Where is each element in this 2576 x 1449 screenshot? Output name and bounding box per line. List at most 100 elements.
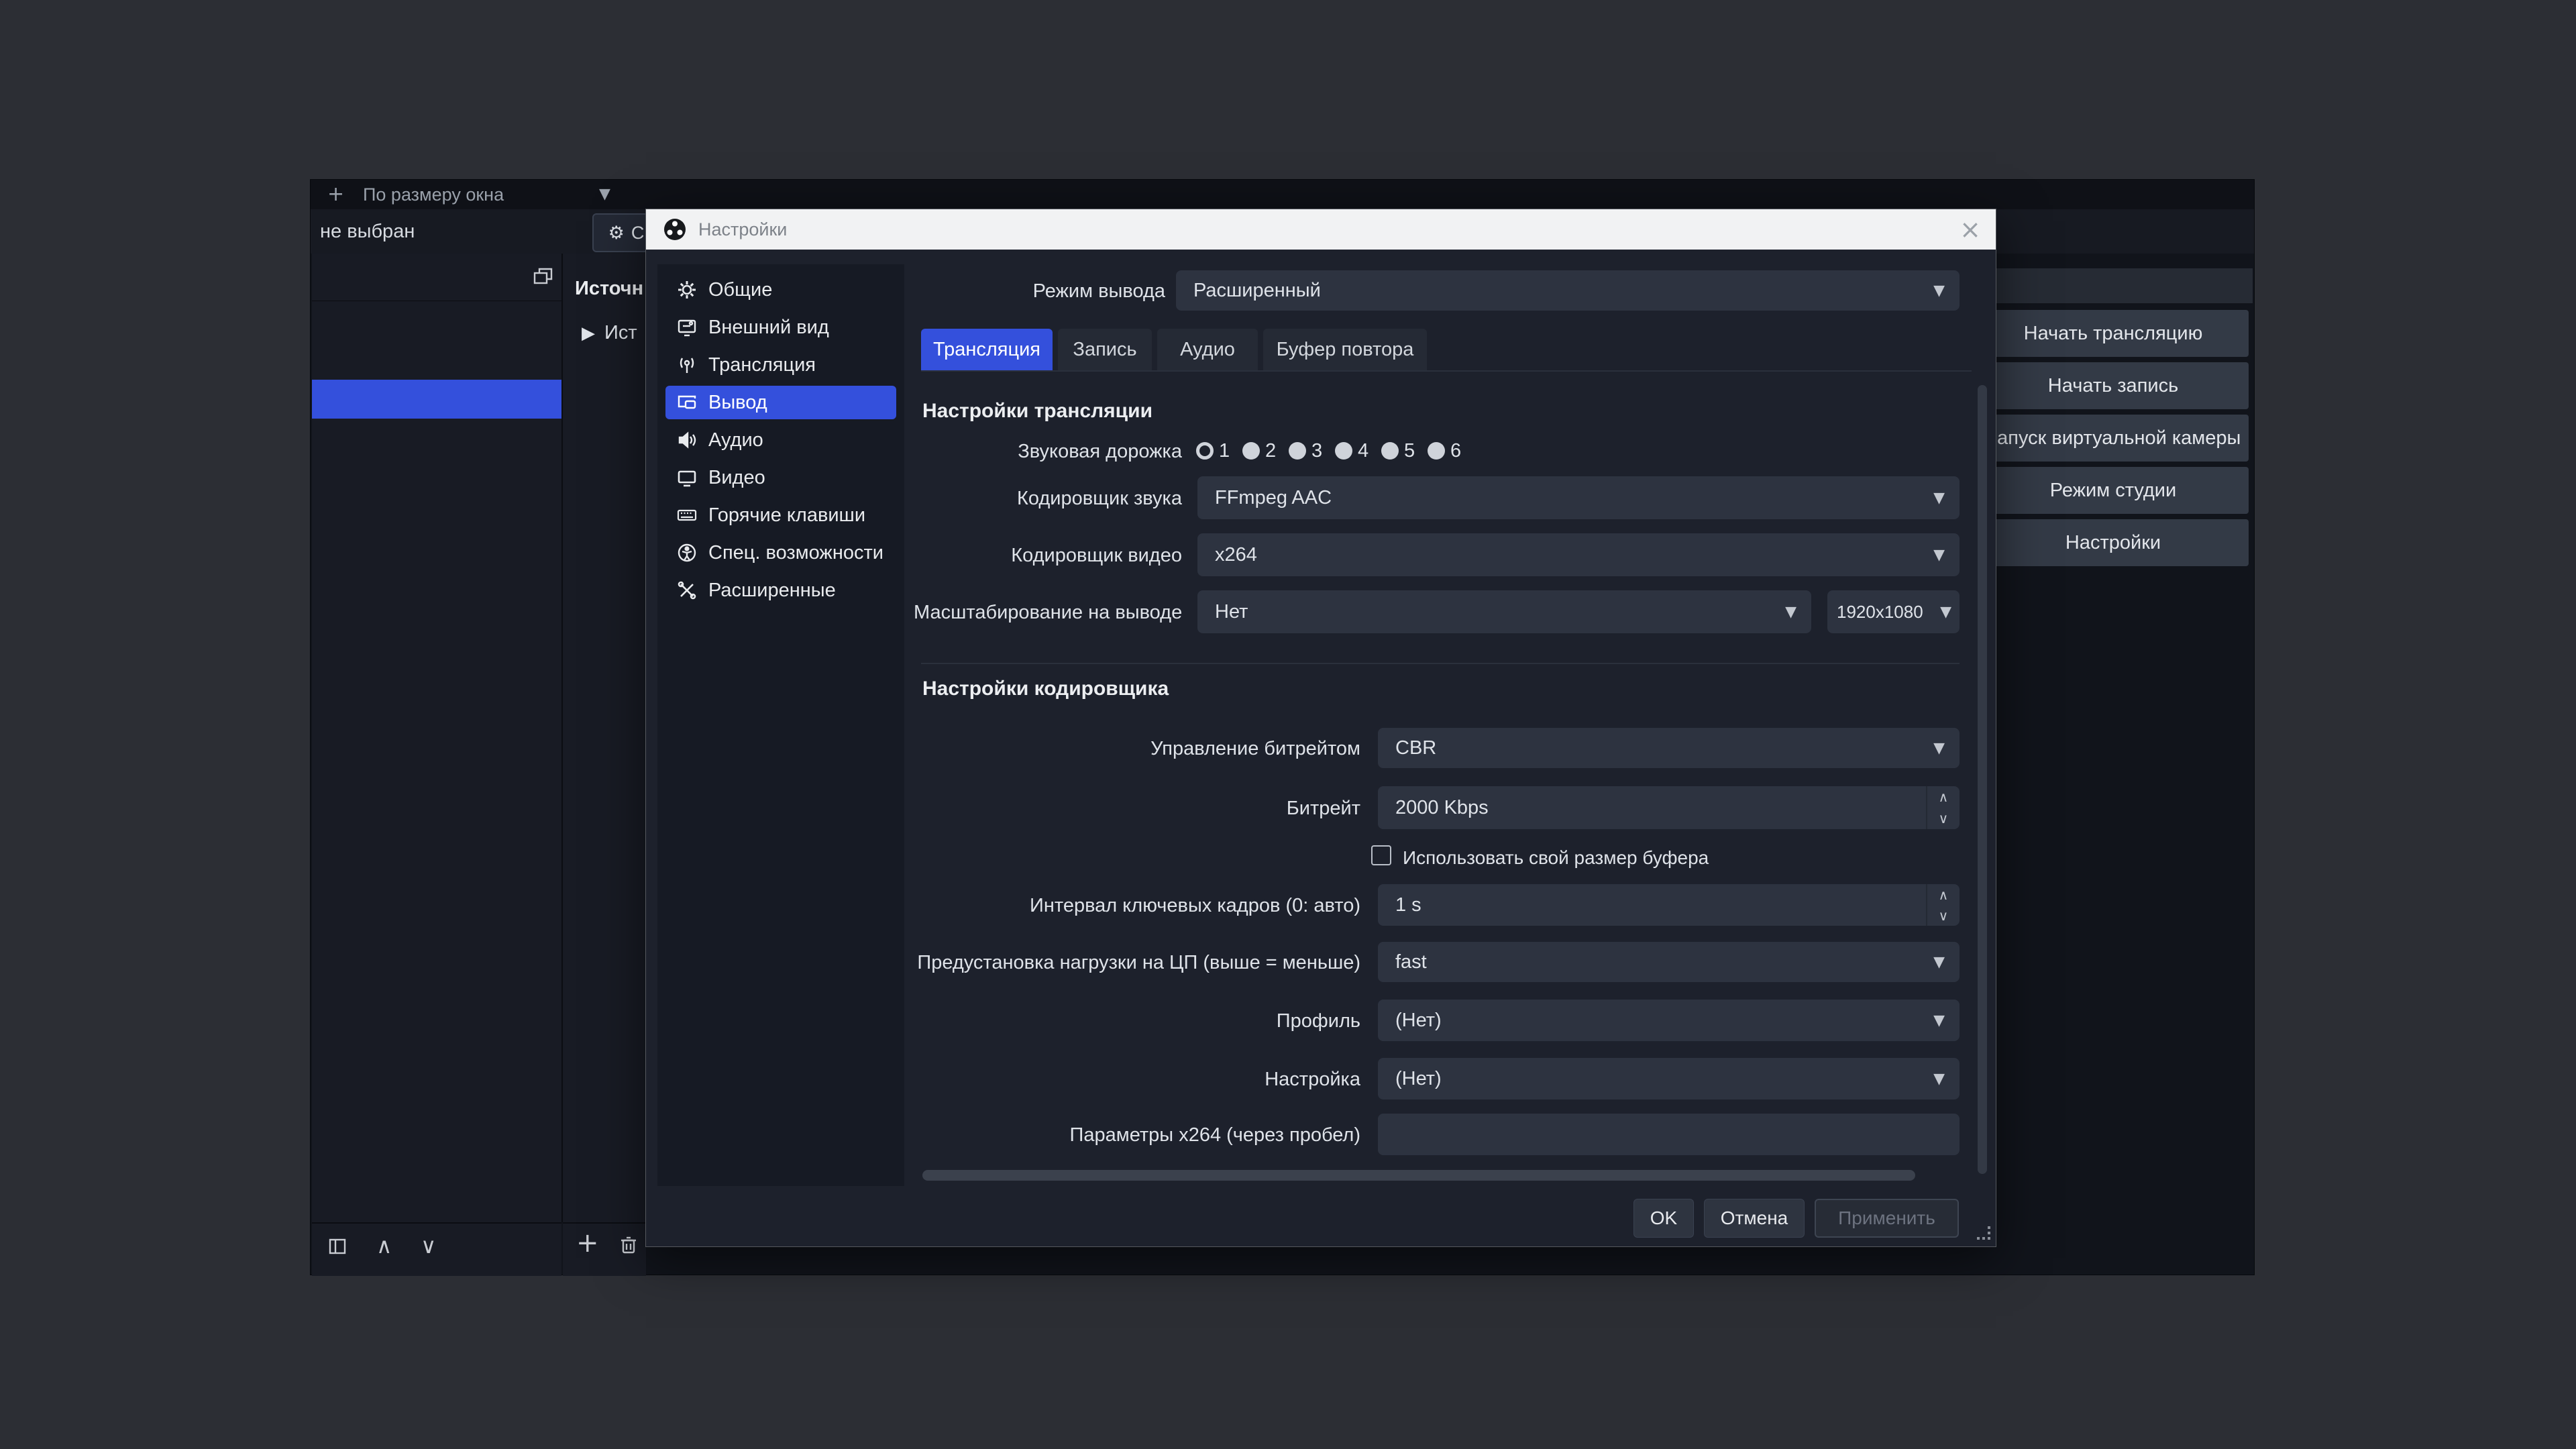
list-grid-icon[interactable] bbox=[327, 1236, 348, 1257]
scenes-panel bbox=[312, 254, 563, 1222]
dialog-titlebar[interactable]: Настройки × bbox=[646, 209, 1996, 250]
no-source-selected-label: не выбран bbox=[320, 221, 415, 243]
trash-icon[interactable] bbox=[618, 1234, 639, 1256]
rate-control-label: Управление битрейтом bbox=[891, 738, 1360, 760]
output-mode-value: Расширенный bbox=[1193, 280, 1321, 302]
x264-options-label: Параметры x264 (через пробел) bbox=[891, 1124, 1360, 1146]
output-mode-select[interactable]: Расширенный ▼ bbox=[1176, 270, 1960, 311]
chevron-down-icon: ▼ bbox=[1785, 604, 1796, 621]
audio-encoder-label: Кодировщик звука bbox=[914, 488, 1182, 510]
audio-encoder-select[interactable]: FFmpeg AAC ▼ bbox=[1197, 476, 1960, 519]
radio-track-4[interactable]: 4 bbox=[1335, 440, 1381, 462]
encoder-section-title: Настройки кодировщика bbox=[922, 678, 1169, 700]
sidebar-label-appearance: Внешний вид bbox=[708, 317, 829, 339]
close-icon[interactable]: × bbox=[1960, 215, 1981, 244]
x264-options-input[interactable] bbox=[1378, 1114, 1960, 1155]
start-recording-button[interactable]: Начать запись bbox=[1978, 362, 2249, 409]
video-encoder-value: x264 bbox=[1215, 544, 1257, 566]
stream-section-title: Настройки трансляции bbox=[922, 400, 1152, 423]
sidebar-item-general[interactable]: Общие bbox=[665, 273, 896, 307]
chevron-down-icon[interactable]: ▼ bbox=[599, 186, 610, 203]
settings-button[interactable]: Настройки bbox=[1978, 519, 2249, 566]
move-down-icon[interactable]: ∨ bbox=[421, 1233, 436, 1258]
cancel-button[interactable]: Отмена bbox=[1704, 1199, 1805, 1238]
video-encoder-label: Кодировщик видео bbox=[914, 545, 1182, 567]
chevron-down-icon: ▼ bbox=[1933, 740, 1945, 757]
tune-label: Настройка bbox=[891, 1069, 1360, 1091]
bitrate-spinbox[interactable]: 2000 Kbps ∧ ∨ bbox=[1378, 786, 1960, 829]
rate-control-select[interactable]: CBR ▼ bbox=[1378, 728, 1960, 768]
tab-streaming[interactable]: Трансляция bbox=[921, 329, 1053, 370]
spin-down-icon[interactable]: ∨ bbox=[1927, 905, 1960, 926]
accessibility-icon bbox=[676, 542, 698, 564]
speaker-icon bbox=[676, 429, 698, 451]
cpu-preset-value: fast bbox=[1395, 951, 1427, 973]
horizontal-scrollbar[interactable] bbox=[922, 1170, 1915, 1181]
sources-panel-title: Источн bbox=[575, 278, 643, 300]
tab-replay-buffer[interactable]: Буфер повтора bbox=[1263, 329, 1427, 370]
settings-sidebar: Общие Внешний вид Трансляция bbox=[657, 264, 904, 1186]
sidebar-item-video[interactable]: Видео bbox=[665, 461, 896, 494]
move-up-icon[interactable]: ∧ bbox=[376, 1233, 392, 1258]
dialog-title: Настройки bbox=[698, 219, 787, 240]
radio-track-1[interactable]: 1 bbox=[1196, 440, 1242, 462]
keyboard-icon bbox=[676, 504, 698, 526]
rescale-select[interactable]: Нет ▼ bbox=[1197, 590, 1811, 633]
audio-track-label: Звуковая дорожка bbox=[914, 441, 1182, 463]
radio-track-5[interactable]: 5 bbox=[1381, 440, 1428, 462]
radio-track-2[interactable]: 2 bbox=[1242, 440, 1289, 462]
start-virtual-camera-button[interactable]: Запуск виртуальной камеры bbox=[1978, 415, 2249, 462]
chevron-down-icon: ▼ bbox=[1933, 282, 1945, 299]
sidebar-item-advanced[interactable]: Расширенные bbox=[665, 574, 896, 607]
rate-control-value: CBR bbox=[1395, 737, 1436, 759]
apply-button[interactable]: Применить bbox=[1815, 1199, 1959, 1238]
sources-panel: Источн ▶ Ист bbox=[563, 254, 646, 1222]
tune-value: (Нет) bbox=[1395, 1068, 1442, 1090]
tab-recording[interactable]: Запись bbox=[1058, 329, 1152, 370]
keyint-spinbox[interactable]: 1 s ∧ ∨ bbox=[1378, 884, 1960, 926]
layers-icon[interactable] bbox=[532, 266, 555, 288]
sidebar-item-accessibility[interactable]: Спец. возможности bbox=[665, 536, 896, 570]
spin-up-icon[interactable]: ∧ bbox=[1927, 786, 1960, 808]
radio-track-6[interactable]: 6 bbox=[1428, 440, 1474, 462]
sidebar-item-output[interactable]: Вывод bbox=[665, 386, 896, 419]
sources-panel-toolbar: + bbox=[563, 1222, 646, 1276]
preview-toolbar: + По размеру окна ▼ bbox=[311, 180, 2254, 210]
sidebar-item-appearance[interactable]: Внешний вид bbox=[665, 311, 896, 344]
spin-up-icon[interactable]: ∧ bbox=[1927, 884, 1960, 905]
monitor-icon bbox=[676, 467, 698, 488]
chevron-down-icon: ▼ bbox=[1933, 490, 1945, 506]
ok-button[interactable]: OK bbox=[1633, 1199, 1694, 1238]
settings-dialog: Настройки × Общие Внешний вид bbox=[646, 209, 1996, 1246]
profile-label: Профиль bbox=[891, 1010, 1360, 1032]
keyint-label: Интервал ключевых кадров (0: авто) bbox=[891, 895, 1360, 917]
start-streaming-button[interactable]: Начать трансляцию bbox=[1978, 310, 2249, 357]
studio-mode-button[interactable]: Режим студии bbox=[1978, 467, 2249, 514]
rescale-label: Масштабирование на выводе bbox=[914, 602, 1182, 624]
zoom-plus-icon[interactable]: + bbox=[327, 182, 344, 206]
sidebar-label-general: Общие bbox=[708, 279, 772, 301]
profile-select[interactable]: (Нет) ▼ bbox=[1378, 1000, 1960, 1041]
vertical-scrollbar[interactable] bbox=[1978, 385, 1987, 1174]
radio-track-3[interactable]: 3 bbox=[1289, 440, 1335, 462]
gear-icon: ⚙ bbox=[608, 223, 625, 244]
tab-audio[interactable]: Аудио bbox=[1157, 329, 1258, 370]
broadcast-icon bbox=[676, 354, 698, 376]
wrench-icon bbox=[676, 580, 698, 601]
video-encoder-select[interactable]: x264 ▼ bbox=[1197, 533, 1960, 576]
custom-buffer-checkbox[interactable] bbox=[1371, 845, 1391, 865]
scene-item-selected[interactable] bbox=[312, 380, 561, 419]
sidebar-item-audio[interactable]: Аудио bbox=[665, 423, 896, 457]
sidebar-item-hotkeys[interactable]: Горячие клавиши bbox=[665, 498, 896, 532]
tune-select[interactable]: (Нет) ▼ bbox=[1378, 1058, 1960, 1099]
spin-down-icon[interactable]: ∨ bbox=[1927, 808, 1960, 829]
cpu-preset-select[interactable]: fast ▼ bbox=[1378, 942, 1960, 982]
source-list-item[interactable]: ▶ Ист bbox=[582, 322, 637, 344]
scenes-panel-header bbox=[312, 254, 561, 301]
sidebar-item-stream[interactable]: Трансляция bbox=[665, 348, 896, 382]
fit-to-window-label[interactable]: По размеру окна bbox=[363, 184, 504, 205]
keyint-value: 1 s bbox=[1395, 894, 1421, 916]
rescale-resolution-select[interactable]: 1920x1080 ▼ bbox=[1827, 590, 1960, 633]
add-source-icon[interactable]: + bbox=[576, 1228, 599, 1258]
resize-grip[interactable] bbox=[1977, 1226, 1992, 1241]
